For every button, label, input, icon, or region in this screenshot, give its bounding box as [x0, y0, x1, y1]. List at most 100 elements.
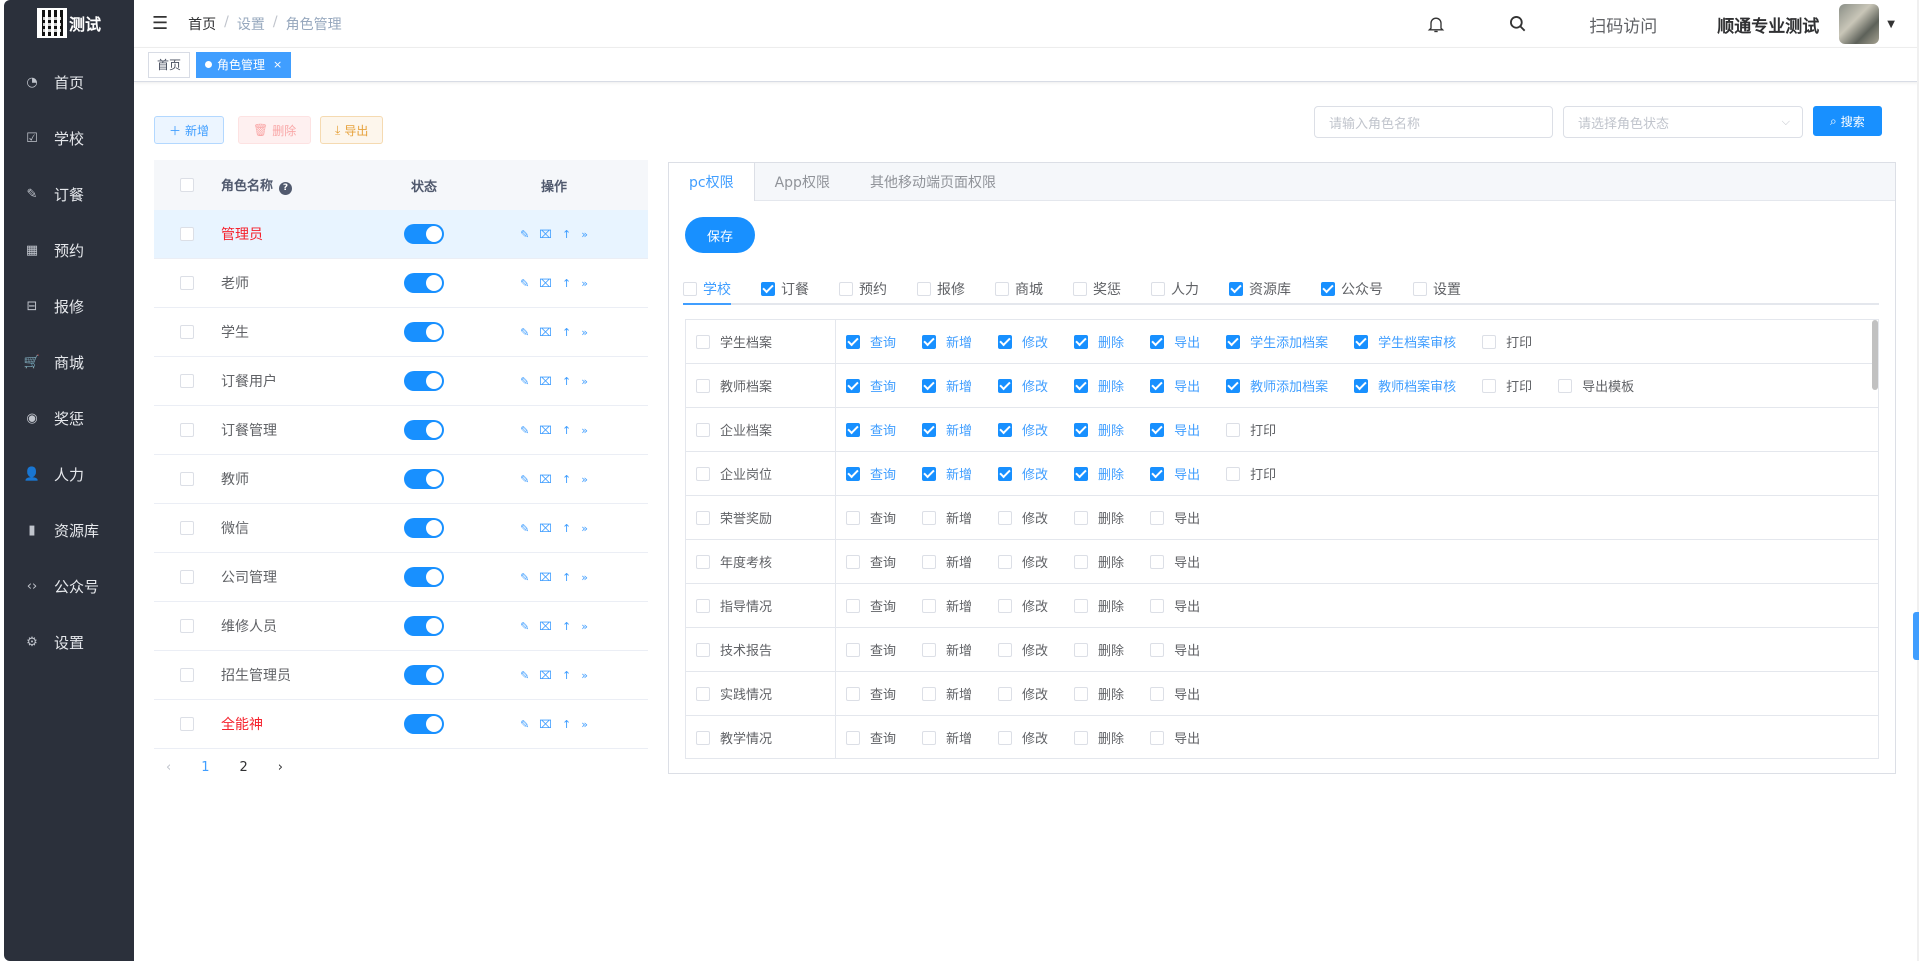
row-checkbox[interactable]: [696, 334, 710, 349]
row-checkbox[interactable]: [179, 472, 194, 486]
arrow-up-icon[interactable]: ↑: [562, 522, 571, 535]
permission-action[interactable]: 删除: [1074, 420, 1124, 439]
module-tab[interactable]: 公众号: [1321, 274, 1383, 304]
permission-action[interactable]: 查询: [846, 596, 896, 615]
edit-icon[interactable]: ✎: [520, 277, 529, 290]
edit-icon[interactable]: ✎: [520, 669, 529, 682]
trash-icon[interactable]: ⌧: [539, 473, 552, 486]
permission-action[interactable]: 学生档案审核: [1354, 332, 1456, 351]
action-checkbox[interactable]: [1482, 334, 1497, 349]
module-checkbox[interactable]: [1229, 282, 1243, 296]
action-checkbox[interactable]: [1150, 686, 1165, 701]
permission-action[interactable]: 删除: [1074, 508, 1124, 527]
action-checkbox[interactable]: [1226, 466, 1241, 481]
action-checkbox[interactable]: [922, 642, 937, 657]
edit-icon[interactable]: ✎: [520, 571, 529, 584]
action-checkbox[interactable]: [846, 466, 860, 481]
action-checkbox[interactable]: [922, 554, 937, 569]
arrow-up-icon[interactable]: ↑: [562, 424, 571, 437]
action-checkbox[interactable]: [846, 554, 860, 569]
permission-action[interactable]: 导出: [1150, 376, 1200, 395]
trash-icon[interactable]: ⌧: [539, 522, 552, 535]
permission-action[interactable]: 查询: [846, 552, 896, 571]
permission-action[interactable]: 新增: [922, 640, 972, 659]
module-tab[interactable]: 学校: [683, 275, 731, 305]
permission-action[interactable]: 导出模板: [1558, 376, 1634, 395]
row-checkbox[interactable]: [179, 374, 194, 388]
trash-icon[interactable]: ⌧: [539, 620, 552, 633]
module-checkbox[interactable]: [1151, 282, 1165, 296]
action-checkbox[interactable]: [1150, 642, 1165, 657]
permission-action[interactable]: 查询: [846, 376, 896, 395]
double-chevron-right-icon[interactable]: »: [581, 669, 588, 682]
edit-icon[interactable]: ✎: [520, 522, 529, 535]
action-checkbox[interactable]: [1150, 378, 1165, 393]
action-checkbox[interactable]: [998, 422, 1013, 437]
action-checkbox[interactable]: [846, 510, 860, 525]
export-button[interactable]: ⤓ 导出: [320, 116, 384, 144]
permission-action[interactable]: 修改: [998, 508, 1048, 527]
row-checkbox[interactable]: [696, 378, 710, 393]
scrollbar[interactable]: [1872, 320, 1878, 390]
edit-icon[interactable]: ✎: [520, 228, 529, 241]
table-row[interactable]: 微信 ✎ ⌧ ↑ »: [154, 504, 648, 553]
status-switch[interactable]: [404, 322, 444, 342]
permission-action[interactable]: 删除: [1074, 332, 1124, 351]
double-chevron-right-icon[interactable]: »: [581, 424, 588, 437]
edit-icon[interactable]: ✎: [520, 375, 529, 388]
status-switch[interactable]: [404, 665, 444, 685]
trash-icon[interactable]: ⌧: [539, 571, 552, 584]
tag-home[interactable]: 首页: [148, 51, 191, 78]
tag-role-management[interactable]: 角色管理 ×: [196, 51, 292, 78]
edit-icon[interactable]: ✎: [520, 620, 529, 633]
table-row[interactable]: 订餐管理 ✎ ⌧ ↑ »: [154, 406, 648, 455]
prev-page-icon[interactable]: ‹: [166, 760, 171, 775]
permission-action[interactable]: 新增: [922, 684, 972, 703]
trash-icon[interactable]: ⌧: [539, 277, 552, 290]
action-checkbox[interactable]: [846, 422, 860, 437]
add-button[interactable]: ＋ 新增: [154, 116, 225, 144]
side-drawer-handle[interactable]: [1913, 612, 1919, 660]
delete-button[interactable]: 🗑 删除: [238, 116, 312, 144]
sidebar-item-7[interactable]: 👤 人力: [4, 446, 134, 502]
edit-icon[interactable]: ✎: [520, 424, 529, 437]
close-icon[interactable]: ×: [273, 58, 282, 71]
action-checkbox[interactable]: [998, 510, 1013, 525]
sidebar-item-3[interactable]: ▦ 预约: [4, 222, 134, 278]
trash-icon[interactable]: ⌧: [539, 424, 552, 437]
permission-action[interactable]: 导出: [1150, 464, 1200, 483]
arrow-up-icon[interactable]: ↑: [562, 718, 571, 731]
sidebar-item-9[interactable]: ‹› 公众号: [4, 558, 134, 614]
action-checkbox[interactable]: [1074, 466, 1089, 481]
permission-action[interactable]: 删除: [1074, 640, 1124, 659]
permission-action[interactable]: 新增: [922, 420, 972, 439]
action-checkbox[interactable]: [1150, 730, 1165, 745]
permission-action[interactable]: 导出: [1150, 640, 1200, 659]
action-checkbox[interactable]: [1150, 510, 1165, 525]
bell-icon[interactable]: [1425, 13, 1447, 35]
permission-action[interactable]: 修改: [998, 420, 1048, 439]
caret-down-icon[interactable]: ▼: [1887, 19, 1895, 30]
permission-action[interactable]: 新增: [922, 376, 972, 395]
double-chevron-right-icon[interactable]: »: [581, 473, 588, 486]
arrow-up-icon[interactable]: ↑: [562, 375, 571, 388]
module-checkbox[interactable]: [1321, 282, 1335, 296]
page-2[interactable]: 2: [239, 760, 247, 775]
menu-toggle-icon[interactable]: ☰: [152, 13, 168, 34]
action-checkbox[interactable]: [998, 466, 1013, 481]
permission-action[interactable]: 删除: [1074, 376, 1124, 395]
status-switch[interactable]: [404, 616, 444, 636]
action-checkbox[interactable]: [998, 642, 1013, 657]
scan-access-link[interactable]: 扫码访问: [1589, 12, 1657, 37]
status-switch[interactable]: [404, 371, 444, 391]
action-checkbox[interactable]: [1074, 422, 1089, 437]
arrow-up-icon[interactable]: ↑: [562, 228, 571, 241]
action-checkbox[interactable]: [1354, 334, 1369, 349]
double-chevron-right-icon[interactable]: »: [581, 228, 588, 241]
row-checkbox[interactable]: [179, 227, 194, 241]
permission-action[interactable]: 新增: [922, 596, 972, 615]
sidebar-item-10[interactable]: ⚙ 设置: [4, 614, 134, 670]
action-checkbox[interactable]: [1074, 554, 1089, 569]
arrow-up-icon[interactable]: ↑: [562, 277, 571, 290]
permission-action[interactable]: 学生添加档案: [1226, 332, 1328, 351]
